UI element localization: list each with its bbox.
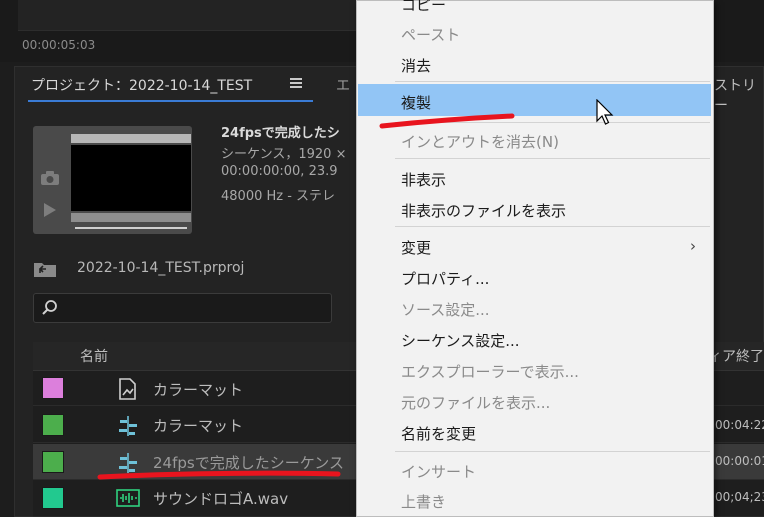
search-icon	[42, 300, 57, 315]
menu-separator	[395, 81, 710, 82]
tab-effects-partial[interactable]: エ	[336, 75, 350, 95]
clip-info-audio: 48000 Hz - ステレ	[221, 189, 336, 204]
active-tab-indicator	[28, 100, 313, 102]
panel-menu-icon[interactable]	[290, 78, 302, 88]
menu-item-clear[interactable]: 消去	[401, 55, 431, 76]
menu-item-insert[interactable]: インサート	[401, 461, 476, 482]
column-header-media-end[interactable]: ィア終了	[708, 346, 764, 366]
menu-item-overwrite[interactable]: 上書き	[401, 491, 446, 512]
menu-item-hide[interactable]: 非表示	[401, 169, 446, 190]
menu-separator	[395, 158, 710, 159]
chevron-right-icon: ›	[690, 237, 696, 255]
program-timecode[interactable]: 00:00:05:03	[22, 38, 95, 52]
menu-separator	[395, 451, 710, 452]
menu-item-reveal-in-explorer[interactable]: エクスプローラーで表示...	[401, 361, 579, 382]
menu-item-modify[interactable]: 変更	[401, 237, 431, 258]
file-clip-icon	[119, 378, 136, 400]
label-color-swatch[interactable]	[42, 377, 64, 399]
audio-waveform-icon	[116, 489, 140, 507]
column-header-name[interactable]: 名前	[80, 346, 108, 366]
menu-item-rename[interactable]: 名前を変更	[401, 423, 476, 444]
item-media-end: 00:00:01	[715, 454, 764, 468]
menu-item-duplicate[interactable]: 複製	[401, 92, 431, 113]
thumbnail-bar-bottom	[71, 213, 191, 222]
label-color-swatch[interactable]	[42, 487, 64, 509]
item-name[interactable]: カラーマット	[153, 415, 243, 436]
menu-item-reveal-original[interactable]: 元のファイルを表示...	[401, 392, 550, 413]
clip-info-type: シーケンス，1920 ×	[221, 147, 347, 162]
camera-icon[interactable]	[40, 170, 60, 186]
menu-item-paste[interactable]: ペースト	[401, 24, 460, 45]
menu-item-sequence-settings[interactable]: シーケンス設定...	[401, 330, 520, 351]
thumbnail-scrub-line[interactable]	[75, 227, 187, 229]
item-name[interactable]: カラーマット	[153, 379, 243, 400]
play-icon[interactable]	[44, 203, 56, 217]
label-color-swatch[interactable]	[42, 451, 64, 473]
search-input[interactable]	[33, 293, 332, 323]
tab-history-partial[interactable]: ストリー	[714, 75, 764, 115]
item-name[interactable]: 24fpsで完成したシーケンス	[153, 452, 344, 473]
folder-up-icon[interactable]	[33, 260, 57, 278]
project-panel-tab[interactable]: プロジェクト：2022-10-14_TEST	[31, 75, 252, 95]
item-media-end: 00:04:22	[715, 418, 764, 432]
sequence-icon	[119, 453, 137, 473]
menu-item-copy[interactable]: コピー	[401, 0, 446, 15]
item-name[interactable]: サウンドロゴA.wav	[153, 488, 288, 509]
clip-info-timecode: 00:00:00:00, 23.9	[221, 164, 338, 179]
item-media-end: 00;04;23	[715, 490, 764, 504]
menu-item-clear-in-out[interactable]: インとアウトを消去(N)	[401, 131, 559, 152]
clip-title: 24fpsで完成したシ	[221, 126, 340, 141]
menu-item-source-settings[interactable]: ソース設定...	[401, 299, 490, 320]
menu-item-show-hidden[interactable]: 非表示のファイルを表示	[401, 200, 566, 221]
mouse-pointer-icon	[596, 99, 614, 125]
menu-separator	[395, 122, 710, 123]
thumbnail-frame	[71, 145, 191, 211]
project-file-name: 2022-10-14_TEST.prproj	[77, 260, 245, 276]
sequence-icon	[119, 416, 137, 436]
label-color-swatch[interactable]	[42, 414, 64, 436]
menu-item-properties[interactable]: プロパティ...	[401, 268, 489, 289]
program-monitor-viewer	[18, 0, 358, 31]
thumbnail-bar-top	[71, 134, 191, 143]
menu-separator	[395, 226, 710, 227]
